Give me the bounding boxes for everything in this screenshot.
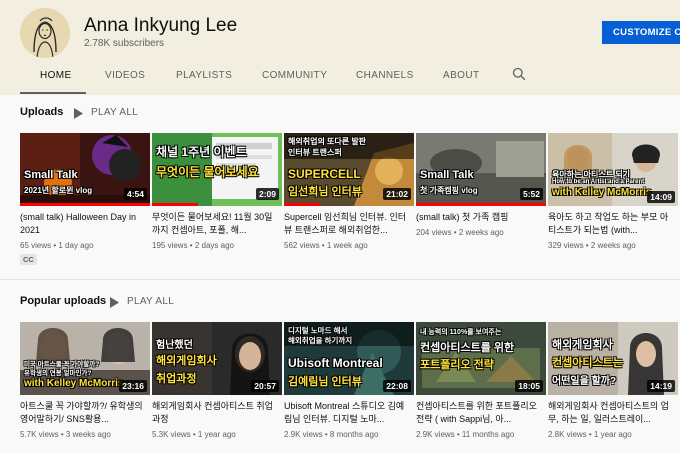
- video-thumbnail[interactable]: 해외취업의 또다른 발판 인터뷰 트랜스퍼 SUPERCELL 임선희님 인터뷰…: [284, 133, 414, 206]
- active-tab-indicator: [20, 92, 86, 94]
- thumbnail-text: 유학생의 연봉 얼마인가?: [24, 370, 92, 377]
- thumbnail-text: 컨셉아티스트를 위한: [420, 342, 515, 354]
- avatar[interactable]: [20, 8, 70, 58]
- video-thumbnail[interactable]: 미국 아트스쿨 꼭 가야할까? 유학생의 연봉 얼마인가? with Kelle…: [20, 322, 150, 395]
- video-duration: 14:19: [647, 380, 675, 392]
- video-thumbnail[interactable]: 디지털 노마드 해서 해외취업을 하기까지 Ubisoft Montreal 김…: [284, 322, 414, 395]
- thumbnail-text: with Kelley McMorris: [552, 187, 652, 198]
- thumbnail-text: 무엇이든 물어보세요: [156, 165, 259, 179]
- thumbnail-text: Small Talk: [24, 169, 78, 181]
- tab-community[interactable]: COMMUNITY: [262, 70, 327, 81]
- watch-progress-bar: [152, 203, 198, 206]
- thumbnail-text: 해외게임회사: [552, 339, 613, 351]
- play-icon[interactable]: [110, 295, 119, 313]
- subscriber-count: 2.78K subscribers: [84, 38, 165, 49]
- video-duration: 2:09: [255, 188, 279, 200]
- channel-header: Anna Inkyung Lee 2.78K subscribers CUSTO…: [0, 0, 680, 95]
- video-duration: 20:57: [251, 380, 279, 392]
- video-title[interactable]: (small talk) 첫 가족 캠핑: [416, 211, 544, 224]
- thumbnail-text: SUPERCELL: [288, 167, 361, 181]
- video-duration: 14:09: [647, 191, 675, 203]
- thumbnail-text: 김예림님 인터뷰: [288, 376, 362, 388]
- video-title[interactable]: 무엇이든 물어보세요! 11월 30일까지 컨셉아트, 포폴, 해...: [152, 211, 280, 237]
- video-duration: 21:02: [383, 188, 411, 200]
- video-thumbnail[interactable]: 채널 1주년 이벤트 무엇이든 물어보세요 2:09: [152, 133, 282, 206]
- video-duration: 22:08: [383, 380, 411, 392]
- thumbnail-text: Small Talk: [420, 169, 474, 181]
- video-meta: 329 views • 2 weeks ago: [548, 241, 636, 250]
- video-meta: 195 views • 2 days ago: [152, 241, 234, 250]
- video-meta: 562 views • 1 week ago: [284, 241, 368, 250]
- video-duration: 5:52: [519, 188, 543, 200]
- thumbnail-text: 포트폴리오 전략: [420, 359, 494, 371]
- video-thumbnail[interactable]: Small Talk 2021년 할로윈 vlog 4:54: [20, 133, 150, 206]
- tab-home[interactable]: HOME: [40, 70, 72, 81]
- video-title[interactable]: Supercell 임선희님 인터뷰. 인터뷰 트랜스퍼로 해외취업한...: [284, 211, 412, 237]
- video-duration: 23:16: [119, 380, 147, 392]
- watch-progress-bar: [416, 203, 546, 206]
- customize-channel-button[interactable]: CUSTOMIZE CHANNEL: [602, 21, 680, 44]
- search-icon[interactable]: [512, 67, 526, 86]
- thumbnail-text: 취업과정: [156, 373, 197, 385]
- tab-videos[interactable]: VIDEOS: [105, 70, 145, 81]
- cc-badge: CC: [20, 254, 37, 265]
- video-meta: 5.3K views • 1 year ago: [152, 430, 236, 439]
- video-duration: 18:05: [515, 380, 543, 392]
- thumbnail-text: 해외취업의 또다른 발판: [288, 137, 367, 146]
- watch-progress-bar: [284, 203, 321, 206]
- video-thumbnail[interactable]: 해외게임회사 컨셉아티스트는 어떤일을 할까? 14:19: [548, 322, 678, 395]
- video-meta: 2.8K views • 1 year ago: [548, 430, 632, 439]
- popular-play-all-button[interactable]: PLAY ALL: [127, 296, 174, 307]
- thumbnail-text: 컨셉아티스트는: [552, 357, 623, 369]
- uploads-play-all-button[interactable]: PLAY ALL: [91, 107, 138, 118]
- uploads-section-title: Uploads: [20, 106, 64, 118]
- thumbnail-text: 어떤일을 할까?: [552, 376, 617, 387]
- video-meta: 65 views • 1 day ago: [20, 241, 94, 250]
- popular-section-title: Popular uploads: [20, 295, 107, 307]
- watch-progress-bar: [20, 203, 150, 206]
- video-title[interactable]: 육아도 하고 작업도 하는 부모 아티스트가 되는법 (with...: [548, 211, 676, 237]
- thumbnail-text: 임선희님 인터뷰: [288, 186, 362, 198]
- channel-name: Anna Inkyung Lee: [84, 15, 238, 36]
- video-thumbnail[interactable]: Small Talk 첫 가족캠핑 vlog 5:52: [416, 133, 546, 206]
- thumbnail-text: 해외취업을 하기까지: [288, 336, 353, 345]
- video-title[interactable]: 컨셉아티스트를 위한 포트폴리오 전략 ( with Sappi님, 아...: [416, 400, 544, 426]
- video-thumbnail[interactable]: 내 능력의 110%를 보여주는 컨셉아티스트를 위한 포트폴리오 전략 18:…: [416, 322, 546, 395]
- video-title[interactable]: 해외게임회사 컨셉아티스트 취업과정: [152, 400, 280, 426]
- video-meta: 2.9K views • 11 months ago: [416, 430, 515, 439]
- thumbnail-text: 내 능력의 110%를 보여주는: [420, 329, 502, 336]
- thumbnail-text: Ubisoft Montreal: [288, 356, 383, 370]
- thumbnail-text: 인터뷰 트랜스퍼: [288, 148, 342, 157]
- video-title[interactable]: Ubisoft Montreal 스튜디오 김예림님 인터뷰. 디지털 노마..…: [284, 400, 412, 426]
- video-meta: 204 views • 2 weeks ago: [416, 228, 504, 237]
- thumbnail-text: 채널 1주년 이벤트: [156, 145, 247, 159]
- video-thumbnail[interactable]: 험난했던 해외게임회사 취업과정 20:57: [152, 322, 282, 395]
- section-divider: [0, 279, 680, 280]
- video-title[interactable]: (small talk) Halloween Day in 2021: [20, 211, 148, 237]
- video-title[interactable]: 해외게임회사 컨셉아티스트의 업무, 하는 일, 일러스트레이...: [548, 400, 676, 426]
- video-title[interactable]: 아트스쿨 꼭 가야할까?/ 유학생의 영어말하기/ SNS활용...: [20, 400, 148, 426]
- play-icon[interactable]: [74, 106, 83, 124]
- video-meta: 2.9K views • 8 months ago: [284, 430, 379, 439]
- tab-about[interactable]: ABOUT: [443, 70, 479, 81]
- video-duration: 4:54: [123, 188, 147, 200]
- thumbnail-text: How to be an Artist and a Parent: [552, 179, 645, 185]
- video-thumbnail[interactable]: 육아하는 아티스트 되기 How to be an Artist and a P…: [548, 133, 678, 206]
- thumbnail-text: 첫 가족캠핑 vlog: [420, 186, 478, 195]
- tab-playlists[interactable]: PLAYLISTS: [176, 70, 232, 81]
- tab-channels[interactable]: CHANNELS: [356, 70, 414, 81]
- thumbnail-text: 2021년 할로윈 vlog: [24, 186, 93, 195]
- thumbnail-text: 해외게임회사: [156, 355, 217, 367]
- thumbnail-text: 험난했던: [156, 340, 193, 351]
- thumbnail-text: with Kelley McMorris: [24, 378, 124, 389]
- video-meta: 5.7K views • 3 weeks ago: [20, 430, 111, 439]
